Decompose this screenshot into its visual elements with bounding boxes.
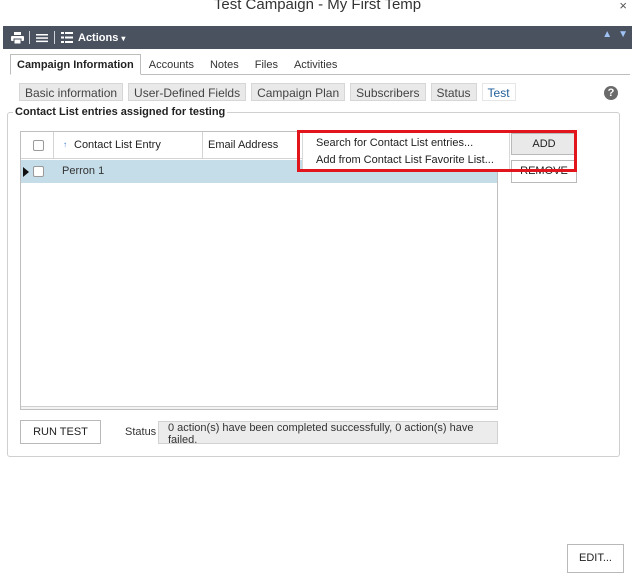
column-divider	[53, 132, 54, 159]
actions-menu-button[interactable]: Actions ▾	[59, 30, 125, 46]
edit-button[interactable]: EDIT...	[567, 544, 624, 573]
status-label: Status	[125, 426, 157, 438]
print-icon[interactable]	[9, 30, 25, 46]
window-title: Test Campaign - My First Temp	[213, 0, 422, 13]
list-icon[interactable]	[34, 30, 50, 46]
actions-icon	[59, 30, 75, 46]
row-contact-list-entry: Perron 1	[62, 165, 105, 177]
remove-button[interactable]: REMOVE	[511, 160, 577, 183]
column-divider	[202, 132, 203, 159]
row-checkbox[interactable]	[33, 166, 44, 177]
tab-basic-information[interactable]: Basic information	[19, 83, 124, 101]
tab-subscribers[interactable]: Subscribers	[350, 83, 426, 101]
close-icon[interactable]: ×	[619, 0, 627, 13]
help-icon[interactable]: ?	[604, 86, 618, 100]
toolbar-divider	[54, 31, 55, 44]
contact-list-grid: ↑ Contact List Entry Email Address Perro…	[20, 131, 498, 410]
tab-campaign-plan[interactable]: Campaign Plan	[251, 83, 346, 101]
tab-test[interactable]: Test	[481, 83, 516, 101]
chevron-down-icon: ▾	[121, 34, 126, 43]
tab-status[interactable]: Status	[430, 83, 477, 101]
main-tabs: Campaign Information Accounts Notes File…	[10, 54, 630, 75]
tab-user-defined-fields[interactable]: User-Defined Fields	[128, 83, 247, 101]
status-message: 0 action(s) have been completed successf…	[158, 421, 498, 446]
tab-campaign-information[interactable]: Campaign Information	[10, 54, 141, 75]
tab-accounts[interactable]: Accounts	[141, 56, 202, 74]
add-dropdown-menu: Search for Contact List entries... Add f…	[302, 132, 510, 172]
current-row-icon	[23, 167, 29, 177]
menu-item-add-from-favorite-list[interactable]: Add from Contact List Favorite List...	[303, 152, 509, 169]
grid-horizontal-scrollbar[interactable]	[21, 406, 497, 409]
arrow-up-icon[interactable]: ▲	[602, 29, 612, 40]
tab-activities[interactable]: Activities	[286, 56, 345, 74]
column-header-email-address[interactable]: Email Address	[208, 132, 278, 159]
add-button[interactable]: ADD	[511, 133, 577, 155]
tab-files[interactable]: Files	[247, 56, 286, 74]
group-legend: Contact List entries assigned for testin…	[13, 106, 228, 118]
title-bar: Test Campaign - My First Temp ×	[0, 0, 635, 26]
select-all-checkbox[interactable]	[33, 140, 44, 151]
column-header-contact-list-entry[interactable]: Contact List Entry	[74, 132, 161, 159]
toolbar-divider	[29, 31, 30, 44]
actions-label: Actions	[78, 31, 119, 44]
arrow-down-icon[interactable]: ▼	[618, 29, 628, 40]
menu-item-search-contact-list-entries[interactable]: Search for Contact List entries...	[303, 135, 509, 152]
toolbar: Actions ▾ ▲ ▼	[3, 26, 632, 49]
sub-tabs: Basic information User-Defined Fields Ca…	[19, 83, 516, 101]
run-test-button[interactable]: RUN TEST	[20, 420, 101, 444]
sort-ascending-icon: ↑	[63, 140, 67, 149]
tab-notes[interactable]: Notes	[202, 56, 247, 74]
